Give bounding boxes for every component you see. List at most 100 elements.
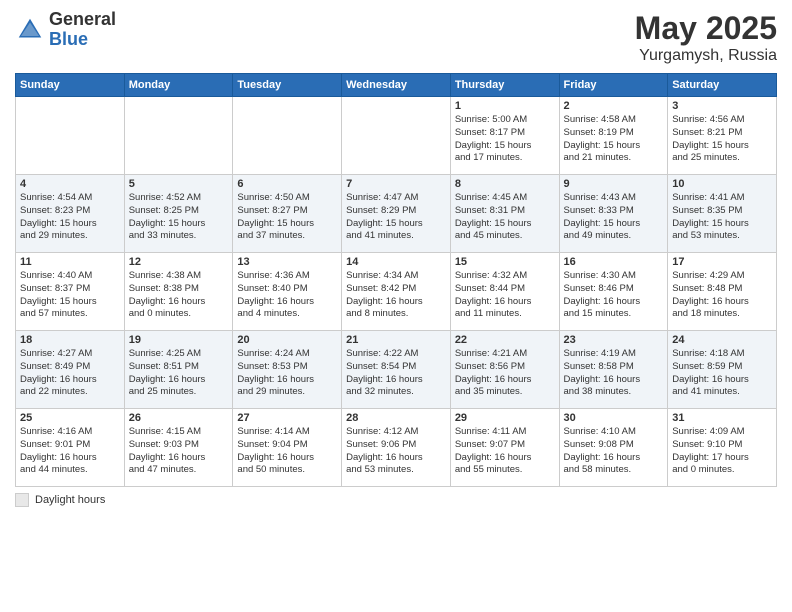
day-info: Sunrise: 4:25 AMSunset: 8:51 PMDaylight:… (129, 348, 229, 399)
day-number: 4 (20, 178, 120, 190)
calendar-cell: 24Sunrise: 4:18 AMSunset: 8:59 PMDayligh… (668, 331, 777, 409)
day-number: 5 (129, 178, 229, 190)
title-block: May 2025 Yurgamysh, Russia (635, 10, 777, 65)
day-info: Sunrise: 4:09 AMSunset: 9:10 PMDaylight:… (672, 426, 772, 477)
calendar-header-friday: Friday (559, 74, 668, 97)
day-number: 1 (455, 100, 555, 112)
calendar-table: SundayMondayTuesdayWednesdayThursdayFrid… (15, 73, 777, 487)
footer-daylight-item: Daylight hours (15, 493, 105, 507)
day-number: 25 (20, 412, 120, 424)
calendar-cell: 22 Sunrise: 4:21 AMSunset: 8:56 PMDayligh… (450, 331, 559, 409)
daylight-box (15, 493, 29, 507)
day-number: 11 (20, 256, 120, 268)
day-info: Sunrise: 4:34 AMSunset: 8:42 PMDaylight:… (346, 270, 446, 321)
day-number: 13 (237, 256, 337, 268)
day-number: 18 (20, 334, 120, 346)
calendar-cell: 30 Sunrise: 4:10 AMSunset: 9:08 PMDayligh… (559, 409, 668, 487)
day-number: 10 (672, 178, 772, 190)
day-info: Sunrise: 4:45 AMSunset: 8:31 PMDaylight:… (455, 192, 555, 243)
calendar-cell: 6 Sunrise: 4:50 AMSunset: 8:27 PMDaylight… (233, 175, 342, 253)
day-info: Sunrise: 4:19 AMSunset: 8:58 PMDaylight:… (564, 348, 664, 399)
calendar-week-row: 1 Sunrise: 5:00 AMSunset: 8:17 PMDaylight… (16, 97, 777, 175)
logo-general: General (49, 10, 116, 30)
calendar-header-tuesday: Tuesday (233, 74, 342, 97)
calendar-cell: 5 Sunrise: 4:52 AMSunset: 8:25 PMDaylight… (124, 175, 233, 253)
calendar-cell: 12 Sunrise: 4:38 AMSunset: 8:38 PMDayligh… (124, 253, 233, 331)
page: General Blue May 2025 Yurgamysh, Russia … (0, 0, 792, 612)
calendar-week-row: 18 Sunrise: 4:27 AMSunset: 8:49 PMDayligh… (16, 331, 777, 409)
day-info: Sunrise: 4:16 AMSunset: 9:01 PMDaylight:… (20, 426, 120, 477)
day-info: Sunrise: 4:40 AMSunset: 8:37 PMDaylight:… (20, 270, 120, 321)
calendar-cell: 9Sunrise: 4:43 AMSunset: 8:33 PMDaylight… (559, 175, 668, 253)
day-number: 3 (672, 100, 772, 112)
calendar-header-monday: Monday (124, 74, 233, 97)
day-info: Sunrise: 4:47 AMSunset: 8:29 PMDaylight:… (346, 192, 446, 243)
calendar-cell (342, 97, 451, 175)
day-info: Sunrise: 4:58 AMSunset: 8:19 PMDaylight:… (564, 114, 664, 165)
day-number: 7 (346, 178, 446, 190)
day-number: 21 (346, 334, 446, 346)
day-number: 9 (564, 178, 664, 190)
day-info: Sunrise: 4:14 AMSunset: 9:04 PMDaylight:… (237, 426, 337, 477)
day-info: Sunrise: 5:00 AMSunset: 8:17 PMDaylight:… (455, 114, 555, 165)
day-number: 8 (455, 178, 555, 190)
calendar-cell: 7 Sunrise: 4:47 AMSunset: 8:29 PMDaylight… (342, 175, 451, 253)
day-number: 28 (346, 412, 446, 424)
calendar-cell: 27Sunrise: 4:14 AMSunset: 9:04 PMDayligh… (233, 409, 342, 487)
calendar-cell: 8 Sunrise: 4:45 AMSunset: 8:31 PMDaylight… (450, 175, 559, 253)
calendar-cell: 18 Sunrise: 4:27 AMSunset: 8:49 PMDayligh… (16, 331, 125, 409)
calendar-cell: 14 Sunrise: 4:34 AMSunset: 8:42 PMDayligh… (342, 253, 451, 331)
day-number: 29 (455, 412, 555, 424)
logo-blue: Blue (49, 30, 116, 50)
calendar-cell (233, 97, 342, 175)
day-number: 22 (455, 334, 555, 346)
day-number: 6 (237, 178, 337, 190)
calendar-cell: 31Sunrise: 4:09 AMSunset: 9:10 PMDayligh… (668, 409, 777, 487)
day-info: Sunrise: 4:12 AMSunset: 9:06 PMDaylight:… (346, 426, 446, 477)
calendar-cell: 1 Sunrise: 5:00 AMSunset: 8:17 PMDaylight… (450, 97, 559, 175)
day-info: Sunrise: 4:56 AMSunset: 8:21 PMDaylight:… (672, 114, 772, 165)
title-location: Yurgamysh, Russia (635, 47, 777, 65)
day-info: Sunrise: 4:50 AMSunset: 8:27 PMDaylight:… (237, 192, 337, 243)
day-number: 24 (672, 334, 772, 346)
day-number: 12 (129, 256, 229, 268)
calendar-cell: 28 Sunrise: 4:12 AMSunset: 9:06 PMDayligh… (342, 409, 451, 487)
calendar-cell: 17 Sunrise: 4:29 AMSunset: 8:48 PMDayligh… (668, 253, 777, 331)
calendar-header-thursday: Thursday (450, 74, 559, 97)
day-info: Sunrise: 4:52 AMSunset: 8:25 PMDaylight:… (129, 192, 229, 243)
day-number: 2 (564, 100, 664, 112)
day-info: Sunrise: 4:24 AMSunset: 8:53 PMDaylight:… (237, 348, 337, 399)
calendar-cell (124, 97, 233, 175)
calendar-cell: 4Sunrise: 4:54 AMSunset: 8:23 PMDaylight… (16, 175, 125, 253)
day-number: 20 (237, 334, 337, 346)
day-info: Sunrise: 4:29 AMSunset: 8:48 PMDaylight:… (672, 270, 772, 321)
calendar-cell: 3 Sunrise: 4:56 AMSunset: 8:21 PMDaylight… (668, 97, 777, 175)
calendar-week-row: 11 Sunrise: 4:40 AMSunset: 8:37 PMDayligh… (16, 253, 777, 331)
calendar-week-row: 4Sunrise: 4:54 AMSunset: 8:23 PMDaylight… (16, 175, 777, 253)
day-info: Sunrise: 4:38 AMSunset: 8:38 PMDaylight:… (129, 270, 229, 321)
day-number: 23 (564, 334, 664, 346)
footer: Daylight hours (15, 493, 777, 507)
day-number: 30 (564, 412, 664, 424)
day-number: 26 (129, 412, 229, 424)
day-number: 14 (346, 256, 446, 268)
calendar-cell: 16Sunrise: 4:30 AMSunset: 8:46 PMDayligh… (559, 253, 668, 331)
logo: General Blue (15, 10, 116, 50)
calendar-cell: 19Sunrise: 4:25 AMSunset: 8:51 PMDayligh… (124, 331, 233, 409)
day-info: Sunrise: 4:27 AMSunset: 8:49 PMDaylight:… (20, 348, 120, 399)
day-info: Sunrise: 4:21 AMSunset: 8:56 PMDaylight:… (455, 348, 555, 399)
calendar-cell: 11 Sunrise: 4:40 AMSunset: 8:37 PMDayligh… (16, 253, 125, 331)
logo-text: General Blue (49, 10, 116, 50)
calendar-cell: 10Sunrise: 4:41 AMSunset: 8:35 PMDayligh… (668, 175, 777, 253)
day-info: Sunrise: 4:15 AMSunset: 9:03 PMDaylight:… (129, 426, 229, 477)
calendar-cell (16, 97, 125, 175)
calendar-cell: 2 Sunrise: 4:58 AMSunset: 8:19 PMDaylight… (559, 97, 668, 175)
logo-icon (15, 15, 45, 45)
calendar-cell: 15Sunrise: 4:32 AMSunset: 8:44 PMDayligh… (450, 253, 559, 331)
day-info: Sunrise: 4:10 AMSunset: 9:08 PMDaylight:… (564, 426, 664, 477)
header: General Blue May 2025 Yurgamysh, Russia (15, 10, 777, 65)
day-number: 17 (672, 256, 772, 268)
calendar-cell: 20 Sunrise: 4:24 AMSunset: 8:53 PMDayligh… (233, 331, 342, 409)
calendar-cell: 21Sunrise: 4:22 AMSunset: 8:54 PMDayligh… (342, 331, 451, 409)
calendar-header-saturday: Saturday (668, 74, 777, 97)
